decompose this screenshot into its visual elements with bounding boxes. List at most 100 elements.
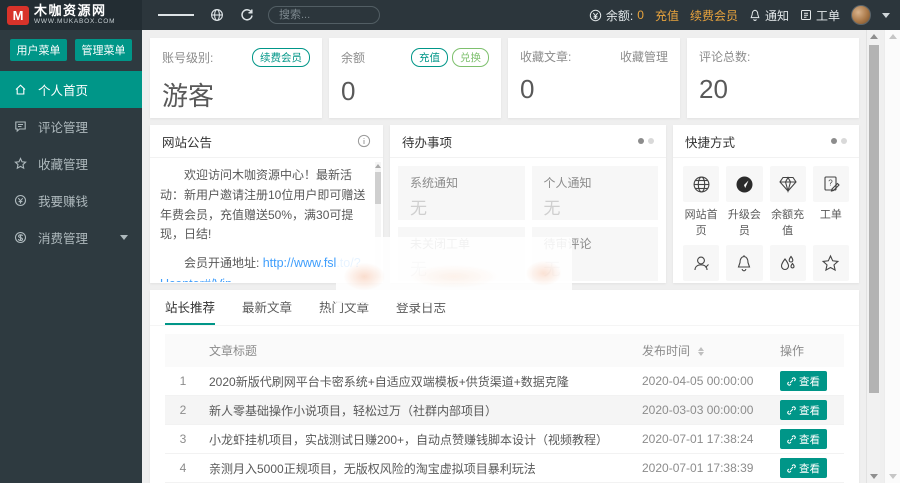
globe-icon[interactable]: [210, 8, 224, 22]
view-button[interactable]: 查看: [780, 371, 827, 391]
view-button[interactable]: 查看: [780, 458, 827, 478]
exchange-badge[interactable]: 兑换: [452, 48, 489, 67]
announcement-link-label: 会员开通地址:: [184, 256, 260, 271]
shortcut-favorites[interactable]: 收藏管理: [812, 245, 849, 283]
user-avatar[interactable]: [851, 5, 871, 25]
stat-card-account-level: 账号级别: 续费会员 游客: [150, 38, 322, 118]
favorites-manage-link[interactable]: 收藏管理: [620, 48, 668, 65]
stat-title: 评论总数:: [699, 50, 751, 64]
shortcut-upgrade-vip[interactable]: 升级会员: [726, 166, 763, 245]
coin-icon: [589, 9, 602, 21]
scroll-up-arrow-icon[interactable]: [889, 34, 897, 39]
header-action: 操作: [772, 334, 844, 367]
page-scrollbar[interactable]: [884, 30, 900, 483]
article-title[interactable]: 2020新版代刷网平台卡密系统+自适应双端模板+供货渠道+数据克隆: [201, 367, 634, 396]
table-row: 4 亲测月入5000正规项目，无版权风险的淘宝虚拟项目暴利玩法 2020-07-…: [165, 453, 844, 483]
articles-panel: 站长推荐 最新文章 热门文章 登录日志 文章标题 发布时间 操作 1 2020新…: [150, 290, 859, 483]
tab-latest[interactable]: 最新文章: [242, 290, 292, 325]
ticket-link[interactable]: 工单: [800, 7, 840, 24]
link-icon: [787, 376, 796, 386]
shortcut-label: 工单: [819, 209, 842, 221]
recharge-badge[interactable]: 充值: [411, 48, 448, 67]
announcement-text: 欢迎访问木咖资源中心！最新活动：新用户邀请注册10位用户即可赠送年费会员，充值赠…: [160, 168, 366, 242]
ticket-icon: [800, 10, 811, 20]
view-button[interactable]: 查看: [780, 429, 827, 449]
stat-card-comments: 评论总数: 20: [687, 38, 859, 118]
articles-table: 文章标题 发布时间 操作 1 2020新版代刷网平台卡密系统+自适应双端模板+供…: [165, 334, 844, 483]
announcement-title: 网站公告: [162, 135, 213, 150]
sidebar-item-label: 我要赚钱: [38, 195, 89, 209]
brand-domain: WWW.MUKABOX.COM: [34, 18, 116, 26]
table-row: 3 小龙虾挂机项目，实战测试日赚200+，自动点赞赚钱脚本设计（视频教程） 20…: [165, 424, 844, 454]
todo-label: 个人通知: [543, 176, 592, 190]
sidebar-item-comments[interactable]: 评论管理: [0, 108, 142, 145]
content-scrollbar[interactable]: [866, 30, 880, 483]
header-index: [165, 334, 201, 367]
sidebar-item-spending[interactable]: 消费管理: [0, 219, 142, 256]
info-icon[interactable]: [357, 134, 371, 148]
stat-title: 账号级别:: [162, 51, 214, 65]
comment-icon: [15, 121, 26, 133]
shortcut-site-home[interactable]: 网站首页: [683, 166, 720, 245]
scroll-up-arrow-icon[interactable]: [375, 164, 381, 168]
refresh-icon[interactable]: [240, 8, 254, 22]
shortcut-notice[interactable]: 通知: [726, 245, 763, 283]
search-input[interactable]: [268, 6, 380, 24]
shortcuts-panel: 快捷方式 网站首页 升级会员 余额充值 ? 工单: [673, 125, 859, 283]
scroll-up-arrow-icon[interactable]: [870, 34, 878, 39]
article-title[interactable]: 亲测月入5000正规项目，无版权风险的淘宝虚拟项目暴利玩法: [201, 453, 634, 483]
sidebar-item-home[interactable]: 个人首页: [0, 71, 142, 108]
brand-logo[interactable]: M 木咖资源网 WWW.MUKABOX.COM: [0, 0, 142, 30]
todo-item-personal-notice[interactable]: 个人通知 无: [531, 166, 658, 220]
view-button[interactable]: 查看: [780, 400, 827, 420]
renew-vip-badge[interactable]: 续费会员: [252, 48, 310, 67]
tab-recommended[interactable]: 站长推荐: [165, 290, 216, 325]
link-icon: [787, 434, 796, 444]
top-header: M 木咖资源网 WWW.MUKABOX.COM 余额: 0 充值 续费会员 通知…: [0, 0, 900, 30]
shortcut-billing[interactable]: 流水账单: [769, 245, 806, 283]
notice-link[interactable]: 通知: [749, 7, 789, 24]
carousel-dot-active[interactable]: [831, 138, 837, 144]
sidebar-item-label: 评论管理: [38, 121, 89, 135]
shortcut-recharge[interactable]: 余额充值: [769, 166, 806, 245]
shortcut-label: 余额充值: [771, 209, 805, 237]
shortcut-edit-profile[interactable]: 修改资料: [683, 245, 720, 283]
shortcuts-title: 快捷方式: [685, 135, 736, 150]
article-title[interactable]: 小龙虾挂机项目，实战测试日赚200+，自动点赞赚钱脚本设计（视频教程）: [201, 424, 634, 454]
scroll-down-arrow-icon[interactable]: [870, 474, 878, 479]
star-icon: [14, 157, 27, 170]
watermark-overlay: [336, 237, 572, 303]
menu-toggle-icon[interactable]: [158, 13, 194, 18]
scroll-down-arrow-icon[interactable]: [889, 474, 897, 479]
sidebar-tab-admin-menu[interactable]: 管理菜单: [75, 39, 132, 61]
link-icon: [787, 405, 796, 415]
todo-item-system-notice[interactable]: 系统通知 无: [398, 166, 525, 220]
scrollbar-thumb[interactable]: [869, 45, 879, 393]
balance-value[interactable]: 0: [637, 8, 644, 22]
sidebar-item-earn[interactable]: 我要赚钱: [0, 182, 142, 219]
carousel-dot-active[interactable]: [638, 138, 644, 144]
stat-value: 0: [520, 74, 535, 104]
stat-card-favorites: 收藏文章: 收藏管理 0: [508, 38, 680, 118]
header-time[interactable]: 发布时间: [634, 334, 772, 367]
carousel-dot[interactable]: [841, 138, 847, 144]
globe-icon: [693, 176, 710, 192]
diamond-icon: [778, 176, 797, 193]
shortcut-ticket[interactable]: ? 工单: [812, 166, 849, 245]
carousel-dot[interactable]: [648, 138, 654, 144]
user-icon: [694, 256, 709, 270]
article-title[interactable]: 新人零基础操作小说项目，轻松过万（社群内部项目）: [201, 395, 634, 425]
table-row: 1 2020新版代刷网平台卡密系统+自适应双端模板+供货渠道+数据克隆 2020…: [165, 367, 844, 396]
sidebar-item-favorites[interactable]: 收藏管理: [0, 145, 142, 182]
sidebar-tab-user-menu[interactable]: 用户菜单: [10, 39, 67, 61]
stat-value: 游客: [162, 81, 215, 111]
balance-label: 余额:: [605, 8, 634, 23]
todo-value: 无: [543, 199, 561, 218]
sort-icon[interactable]: [698, 347, 705, 357]
recharge-link[interactable]: 充值: [655, 7, 679, 24]
renew-vip-link[interactable]: 续费会员: [690, 7, 738, 24]
star-icon: [822, 254, 840, 271]
user-menu-caret-icon[interactable]: [882, 12, 890, 18]
scrollbar-thumb[interactable]: [375, 172, 381, 204]
header-title: 文章标题: [201, 334, 634, 367]
